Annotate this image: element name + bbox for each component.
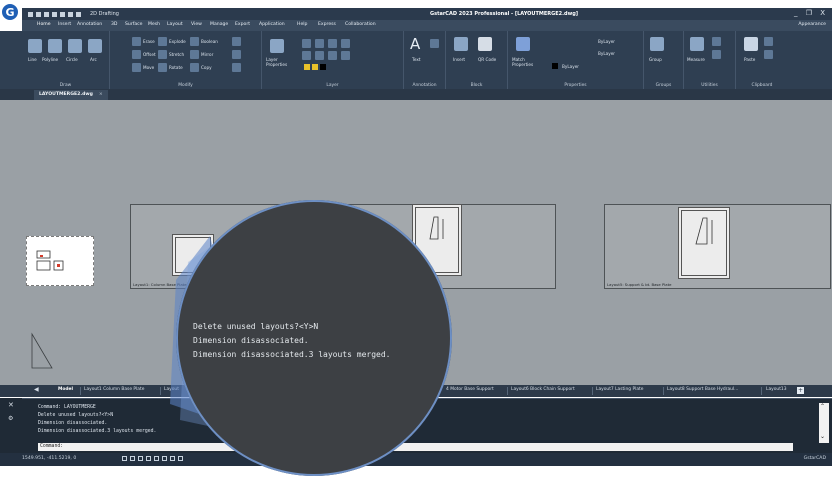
magnified-command-line: Dimension disassociated. — [193, 336, 309, 345]
magnifier-circle: Delete unused layouts?<Y>N Dimension dis… — [176, 200, 452, 476]
gstarcad-window: G 2D Drafting GstarCAD 2023 Professional… — [0, 0, 832, 486]
app-logo[interactable]: G — [0, 2, 20, 22]
app-logo-letter: G — [5, 5, 15, 19]
magnified-command-line: Delete unused layouts?<Y>N — [193, 322, 319, 331]
magnified-command-line: Dimension disassociated.3 layouts merged… — [193, 350, 391, 359]
